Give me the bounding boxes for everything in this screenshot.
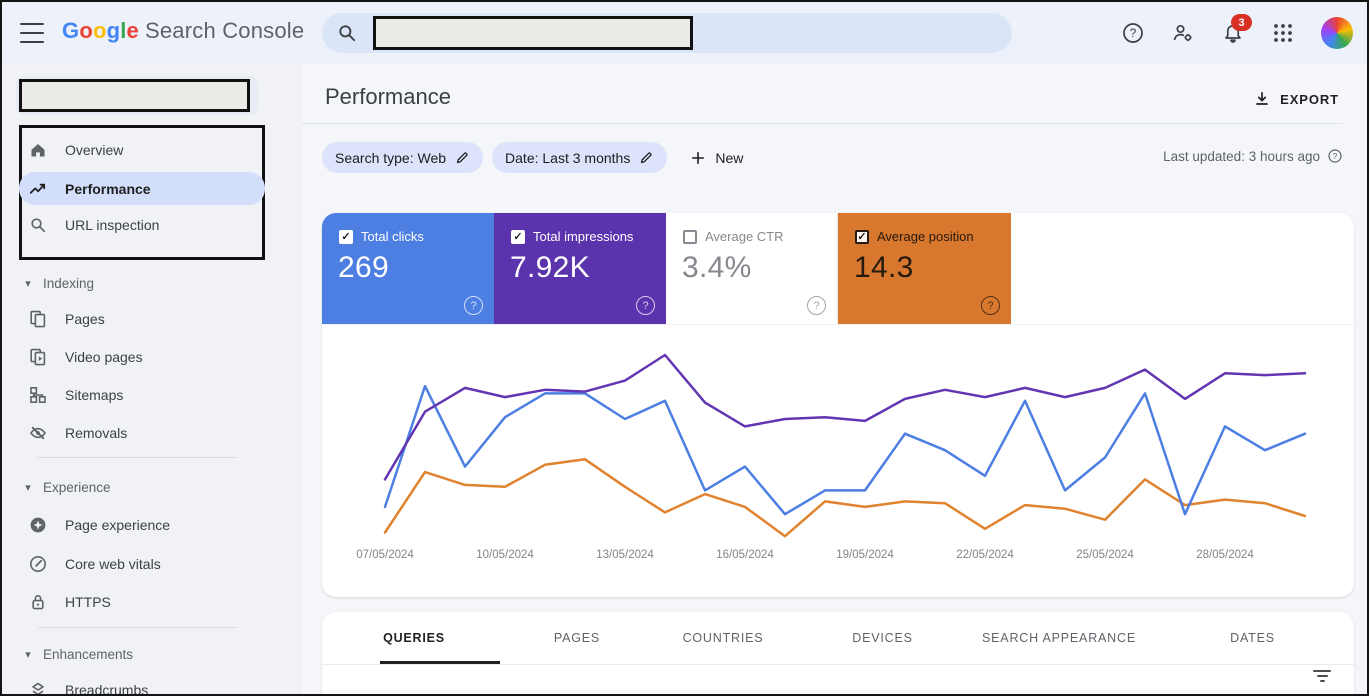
svg-text:10/05/2024: 10/05/2024	[476, 549, 534, 561]
scorecard-total-clicks[interactable]: ✓ Total clicks 269 ?	[322, 213, 494, 324]
bell-icon[interactable]: 3	[1221, 14, 1252, 45]
sidebar-section-experience[interactable]: ▾ Experience	[19, 475, 267, 499]
page-experience-icon	[28, 515, 48, 535]
checkbox-icon[interactable]: ✓	[511, 229, 525, 244]
sidebar-item-https[interactable]: HTTPS	[19, 588, 265, 616]
performance-chart: 07/05/2024 10/05/2024 13/05/2024 16/05/2024…	[356, 353, 1307, 561]
sidebar-item-url-inspection[interactable]: URL inspection	[19, 211, 265, 239]
svg-text:22/05/2024: 22/05/2024	[956, 549, 1014, 561]
caret-down-icon: ▾	[25, 277, 31, 290]
filter-list-icon[interactable]	[1312, 670, 1332, 686]
sidebar-item-core-web-vitals[interactable]: Core web vitals	[19, 550, 265, 578]
tab-dates[interactable]: DATES	[1151, 612, 1354, 664]
home-icon	[28, 140, 48, 160]
caret-down-icon: ▾	[25, 481, 31, 494]
edit-icon	[455, 150, 470, 165]
help-icon[interactable]: ?	[981, 296, 1000, 315]
scorecard-average-ctr[interactable]: Average CTR 3.4% ?	[666, 213, 838, 324]
eye-off-icon	[28, 423, 48, 443]
scorecard-total-impressions[interactable]: ✓ Total impressions 7.92K ?	[494, 213, 666, 324]
svg-text:?: ?	[1130, 26, 1137, 40]
sidebar-item-page-experience[interactable]: Page experience	[19, 511, 265, 539]
checkbox-icon[interactable]: ✓	[339, 229, 353, 244]
new-filter-button[interactable]: New	[690, 150, 743, 166]
dimensions-table-card: QUERIES PAGES COUNTRIES DEVICES SEARCH A…	[322, 612, 1354, 694]
export-button[interactable]: EXPORT	[1253, 90, 1339, 108]
speed-gauge-icon	[28, 554, 48, 574]
filter-chip-search-type[interactable]: Search type: Web	[322, 142, 484, 173]
topbar: Google Search Console ? 3	[2, 2, 1367, 64]
dimension-tabs: QUERIES PAGES COUNTRIES DEVICES SEARCH A…	[322, 612, 1354, 665]
sidebar-item-video-pages[interactable]: Video pages	[19, 343, 265, 371]
scorecard-average-position[interactable]: ✓ Average position 14.3 ?	[838, 213, 1011, 324]
main-content: Performance EXPORT Search type: Web Date…	[302, 64, 1367, 694]
help-icon[interactable]: ?	[1121, 21, 1145, 45]
svg-text:19/05/2024: 19/05/2024	[836, 549, 894, 561]
google-search-console-logo: Google Search Console	[62, 18, 305, 43]
plus-icon	[690, 150, 706, 166]
help-icon[interactable]: ?	[807, 296, 826, 315]
hamburger-menu-icon[interactable]	[20, 23, 44, 43]
tab-queries[interactable]: QUERIES	[322, 612, 506, 664]
avatar[interactable]	[1321, 17, 1353, 49]
sidebar-divider	[38, 457, 238, 458]
tab-underline	[380, 661, 500, 664]
help-icon[interactable]: ?	[1327, 148, 1343, 164]
caret-down-icon: ▾	[25, 648, 31, 661]
sitemaps-icon	[28, 385, 48, 405]
sidebar-item-pages[interactable]: Pages	[19, 305, 265, 333]
apps-grid-icon[interactable]	[1271, 21, 1295, 45]
svg-text:25/05/2024: 25/05/2024	[1076, 549, 1134, 561]
tab-pages[interactable]: PAGES	[506, 612, 648, 664]
svg-text:13/05/2024: 13/05/2024	[596, 549, 654, 561]
topbar-actions: ? 3	[1121, 2, 1353, 64]
lock-icon	[28, 592, 48, 612]
sidebar-item-overview[interactable]: Overview	[19, 136, 265, 164]
search-icon	[336, 22, 358, 44]
redacted-property-name	[19, 79, 250, 112]
svg-text:28/05/2024: 28/05/2024	[1196, 549, 1254, 561]
header-divider	[302, 123, 1343, 124]
help-icon[interactable]: ?	[464, 296, 483, 315]
search-icon	[28, 215, 48, 235]
tab-countries[interactable]: COUNTRIES	[648, 612, 798, 664]
svg-text:16/05/2024: 16/05/2024	[716, 549, 774, 561]
checkbox-icon[interactable]	[683, 229, 697, 244]
filter-chip-date[interactable]: Date: Last 3 months	[492, 142, 668, 173]
scorecard-row: ✓ Total clicks 269 ? ✓ Total impressions 7…	[322, 213, 1354, 325]
redacted-search-query	[373, 16, 693, 50]
trending-up-icon	[28, 179, 48, 199]
tab-search-appearance[interactable]: SEARCH APPEARANCE	[967, 612, 1151, 664]
page-title: Performance	[325, 84, 451, 109]
sidebar-item-breadcrumbs[interactable]: Breadcrumbs	[19, 676, 265, 694]
sidebar-item-removals[interactable]: Removals	[19, 419, 265, 447]
sidebar: Overview Performance URL inspection ▾ In…	[2, 64, 302, 694]
filter-bar: Search type: Web Date: Last 3 months New	[322, 142, 743, 173]
pages-icon	[28, 309, 48, 329]
sidebar-item-performance[interactable]: Performance	[19, 172, 265, 205]
svg-text:?: ?	[1333, 151, 1338, 161]
performance-summary-card: ✓ Total clicks 269 ? ✓ Total impressions 7…	[322, 213, 1354, 597]
download-icon	[1253, 90, 1271, 108]
logo-suffix: Search Console	[144, 18, 305, 43]
sidebar-section-indexing[interactable]: ▾ Indexing	[19, 271, 267, 295]
manage-users-icon[interactable]	[1171, 21, 1195, 45]
last-updated-status: Last updated: 3 hours ago ?	[1163, 148, 1343, 164]
svg-text:07/05/2024: 07/05/2024	[356, 549, 414, 561]
help-icon[interactable]: ?	[636, 296, 655, 315]
tab-devices[interactable]: DEVICES	[798, 612, 967, 664]
checkbox-icon[interactable]: ✓	[855, 229, 869, 244]
screenshot-root: Google Search Console ? 3 Overview Perfo…	[0, 0, 1369, 696]
search-bar[interactable]	[322, 13, 1012, 53]
sidebar-section-enhancements[interactable]: ▾ Enhancements	[19, 642, 267, 666]
edit-icon	[639, 150, 654, 165]
notification-badge: 3	[1231, 14, 1252, 31]
sidebar-divider	[38, 627, 238, 628]
breadcrumbs-icon	[28, 680, 48, 694]
chart-area[interactable]: 07/05/2024 10/05/2024 13/05/2024 16/05/2024…	[322, 325, 1354, 597]
video-pages-icon	[28, 347, 48, 367]
sidebar-item-sitemaps[interactable]: Sitemaps	[19, 381, 265, 409]
